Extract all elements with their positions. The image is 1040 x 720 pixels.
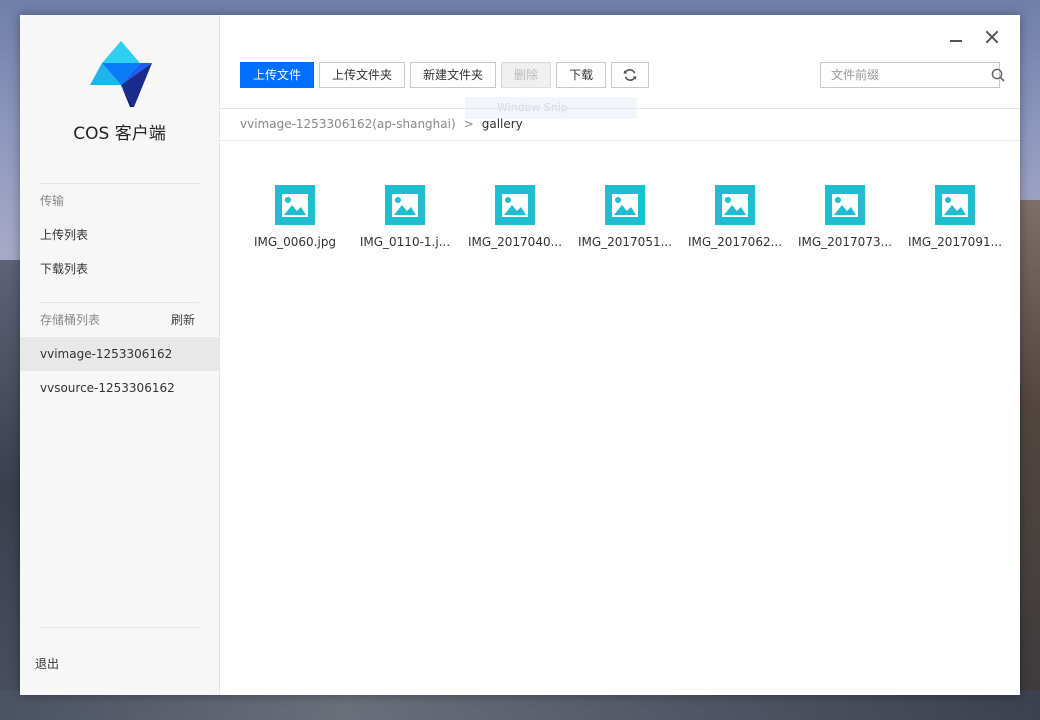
file-name: IMG_2017073... xyxy=(797,235,893,249)
bucket-section-label: 存储桶列表 xyxy=(40,313,101,327)
sidebar-item-upload-list[interactable]: 上传列表 xyxy=(20,218,219,252)
image-icon xyxy=(825,185,865,225)
logo-area: COS 客户端 xyxy=(20,15,219,183)
download-button[interactable]: 下载 xyxy=(556,62,607,88)
toolbar-divider xyxy=(220,108,1020,109)
cos-logo-icon xyxy=(90,41,152,107)
minimize-icon[interactable] xyxy=(948,29,964,45)
search-input[interactable] xyxy=(821,63,991,87)
file-name: IMG_0060.jpg xyxy=(253,235,337,249)
file-name: IMG_2017091... xyxy=(907,235,1003,249)
sidebar-item-bucket-vvimage[interactable]: vvimage-1253306162 xyxy=(20,337,219,371)
file-item[interactable]: IMG_2017040... xyxy=(460,185,570,249)
main-panel: 上传文件 上传文件夹 新建文件夹 删除 下载 Window Snip 文件前缀 … xyxy=(220,15,1020,695)
upload-folder-button[interactable]: 上传文件夹 xyxy=(319,62,406,88)
breadcrumb: vvimage-1253306162(ap-shanghai) > galler… xyxy=(240,117,523,131)
search-icon[interactable] xyxy=(991,63,1005,87)
refresh-icon xyxy=(623,69,637,81)
sidebar-item-download-list[interactable]: 下载列表 xyxy=(20,252,219,286)
breadcrumb-separator: > xyxy=(463,117,474,131)
image-icon xyxy=(605,185,645,225)
delete-button[interactable]: 删除 xyxy=(501,62,552,88)
file-grid: IMG_0060.jpg IMG_0110-1.j... IMG_2017040… xyxy=(240,185,1010,249)
breadcrumb-root[interactable]: vvimage-1253306162(ap-shanghai) xyxy=(240,117,456,131)
image-icon xyxy=(715,185,755,225)
file-item[interactable]: IMG_2017051... xyxy=(570,185,680,249)
search-box xyxy=(820,62,1005,88)
image-icon xyxy=(935,185,975,225)
file-item[interactable]: IMG_0060.jpg xyxy=(240,185,350,249)
file-name: IMG_0110-1.j... xyxy=(359,235,451,249)
file-name: IMG_2017062... xyxy=(687,235,783,249)
file-name: IMG_2017051... xyxy=(577,235,673,249)
sidebar: COS 客户端 传输 上传列表 下载列表 存储桶列表 刷新 vvimage-12… xyxy=(20,15,220,695)
image-icon xyxy=(495,185,535,225)
sidebar-divider xyxy=(40,627,199,628)
app-window: COS 客户端 传输 上传列表 下载列表 存储桶列表 刷新 vvimage-12… xyxy=(20,15,1020,695)
new-folder-button[interactable]: 新建文件夹 xyxy=(410,62,497,88)
upload-file-button[interactable]: 上传文件 xyxy=(240,62,315,88)
image-icon xyxy=(275,185,315,225)
window-controls xyxy=(948,29,1000,45)
bucket-refresh-link[interactable]: 刷新 xyxy=(171,303,195,337)
file-item[interactable]: IMG_2017062... xyxy=(680,185,790,249)
file-item[interactable]: IMG_2017073... xyxy=(790,185,900,249)
sidebar-item-bucket-vvsource[interactable]: vvsource-1253306162 xyxy=(20,371,219,405)
transfer-section-label: 传输 xyxy=(40,194,65,208)
toolbar: 上传文件 上传文件夹 新建文件夹 删除 下载 xyxy=(240,62,650,88)
refresh-button[interactable] xyxy=(611,62,650,88)
image-icon xyxy=(385,185,425,225)
file-item[interactable]: IMG_2017091... xyxy=(900,185,1010,249)
breadcrumb-divider xyxy=(220,140,1020,141)
breadcrumb-current: gallery xyxy=(481,117,523,131)
file-name: IMG_2017040... xyxy=(467,235,563,249)
bucket-section-title: 存储桶列表 刷新 xyxy=(20,303,219,337)
close-icon[interactable] xyxy=(984,29,1000,45)
transfer-section-title: 传输 xyxy=(20,184,219,218)
logout-link[interactable]: 退出 xyxy=(35,655,59,672)
app-name: COS 客户端 xyxy=(73,124,166,144)
file-item[interactable]: IMG_0110-1.j... xyxy=(350,185,460,249)
